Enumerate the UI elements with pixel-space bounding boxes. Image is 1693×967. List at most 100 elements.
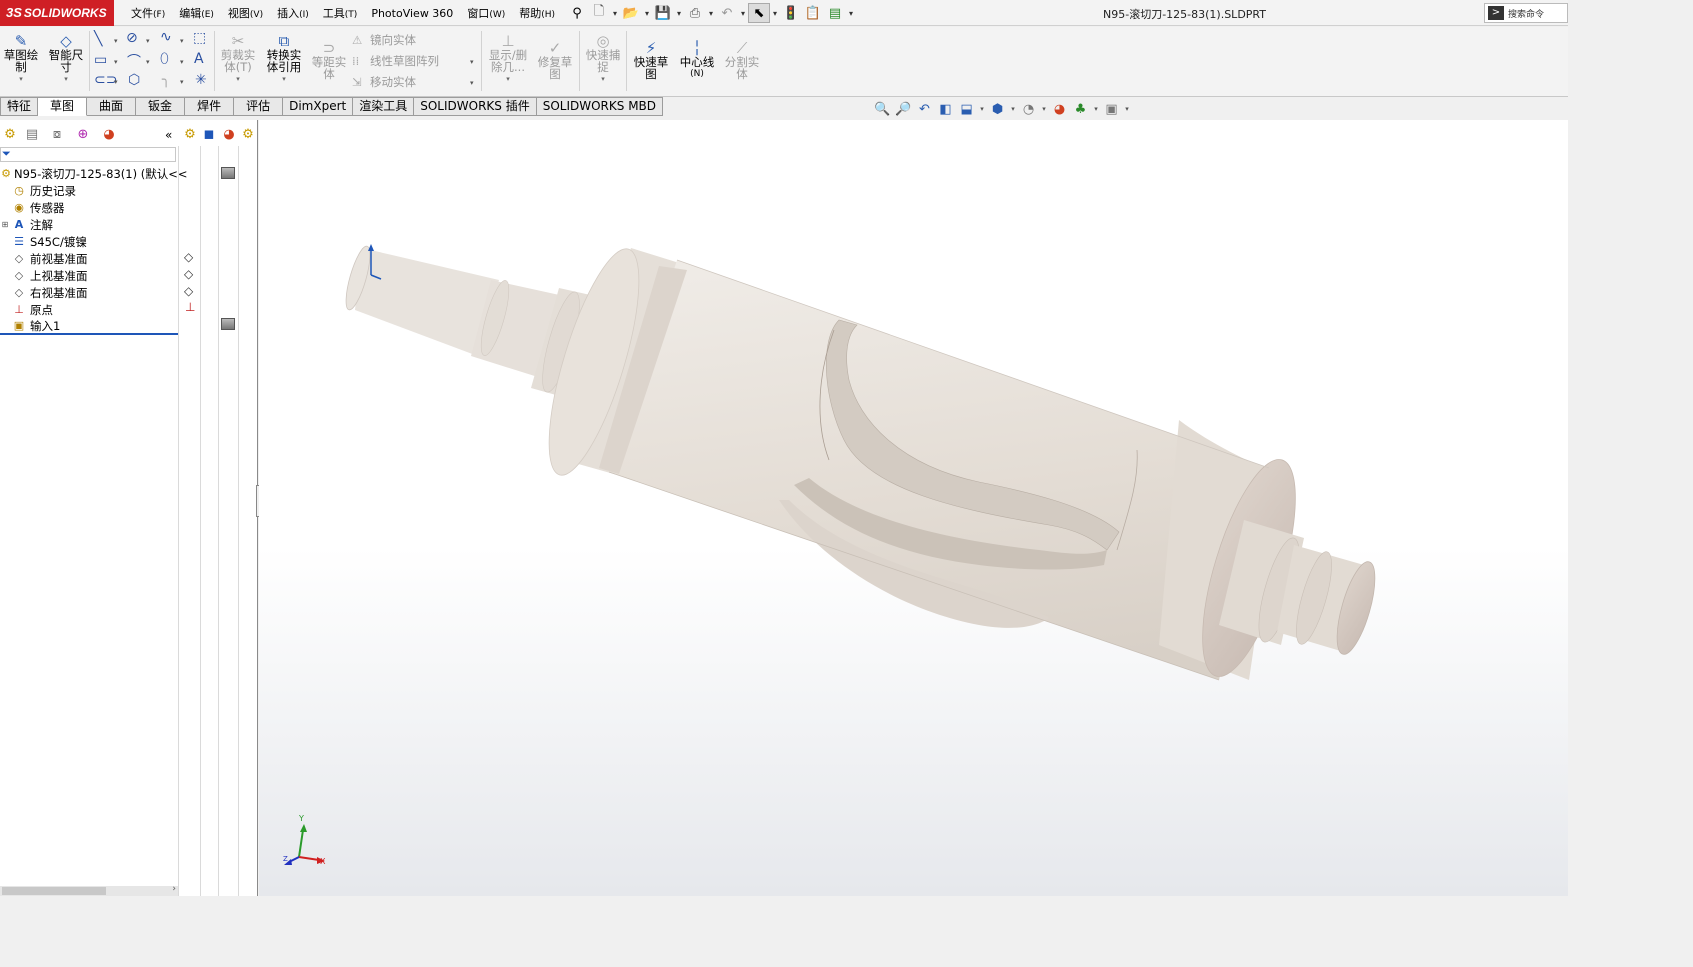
undo-icon[interactable]: ↶ <box>716 3 738 23</box>
tree-item-imported1[interactable]: ▣ 输入1 <box>0 317 61 334</box>
rebuild-traffic-light-icon[interactable]: 🚦 <box>780 3 802 23</box>
mirror-entities-button[interactable]: ⚠ 镜向实体 <box>352 32 416 48</box>
spline-tool-icon[interactable]: ∿ <box>160 29 172 45</box>
edit-appearance-icon[interactable]: ◕ <box>1049 100 1070 118</box>
relations-dropdown-icon[interactable]: ▾ <box>486 73 530 85</box>
tree-item-material[interactable]: ☰ S45C/镀镍 <box>0 233 87 250</box>
tab-sheet-metal[interactable]: 钣金 <box>136 97 186 116</box>
expand-icon[interactable]: ⊞ <box>0 220 10 229</box>
point-tool-icon[interactable]: ✳ <box>195 72 207 88</box>
scene-dropdown-icon[interactable]: ▾ <box>1091 105 1101 113</box>
display-manager-tab-icon[interactable]: ◕ <box>99 126 119 144</box>
open-dropdown-icon[interactable]: ▾ <box>642 9 652 18</box>
reference-triad[interactable]: Y X Z <box>283 814 326 866</box>
tab-dimxpert[interactable]: DimXpert <box>283 97 354 116</box>
new-document-icon[interactable]: 🗋 <box>588 3 610 23</box>
zoom-to-area-icon[interactable]: 🔎 <box>893 100 914 118</box>
display-pane-parts-icon[interactable]: ⚙ <box>180 126 200 144</box>
tab-weldments[interactable]: 焊件 <box>185 97 235 116</box>
tree-item-sensors[interactable]: ◉ 传感器 <box>0 199 64 216</box>
orientation-dropdown-icon[interactable]: ▾ <box>1008 105 1018 113</box>
fillet-tool-icon[interactable]: ╮ <box>162 72 170 88</box>
display-pane-cube-icon[interactable]: ◼ <box>199 126 219 144</box>
feature-manager-tab-icon[interactable]: ⚙ <box>0 126 20 144</box>
collapse-panel-icon[interactable]: « <box>165 128 172 142</box>
display-pane-settings-icon[interactable]: ⚙ <box>238 126 258 144</box>
print-icon[interactable]: ⎙ <box>684 3 706 23</box>
tree-root-part[interactable]: ⚙ N95-滚切刀-125-83(1) (默认<< <box>0 165 187 182</box>
repair-sketch-button[interactable]: ✓ 修复草 图 <box>534 40 576 80</box>
menu-photoview[interactable]: PhotoView 360 <box>371 7 453 20</box>
menu-help[interactable]: 帮助(H) <box>519 5 555 21</box>
tree-item-history[interactable]: ◷ 历史记录 <box>0 182 76 199</box>
menu-edit[interactable]: 编辑(E) <box>179 5 214 21</box>
options-icon[interactable]: ▤ <box>824 3 846 23</box>
split-entities-button[interactable]: ⟋ 分割实 体 <box>721 40 763 80</box>
display-pane-appearance-icon[interactable]: ◕ <box>219 126 239 144</box>
annotation-dropdown-icon[interactable]: ▾ <box>977 105 987 113</box>
display-style-icon[interactable]: ◔ <box>1018 100 1039 118</box>
dimxpert-manager-tab-icon[interactable]: ⊕ <box>73 126 93 144</box>
sketch-dropdown-icon[interactable]: ▾ <box>2 73 40 85</box>
tree-item-top-plane[interactable]: ◇ 上视基准面 <box>0 267 88 284</box>
rectangle-tool-icon[interactable]: ▭ <box>94 52 107 68</box>
menu-insert[interactable]: 插入(I) <box>277 5 309 21</box>
tab-evaluate[interactable]: 评估 <box>234 97 284 116</box>
slot-dropdown-icon[interactable]: ▾ <box>114 78 118 86</box>
tab-sketch[interactable]: 草图 <box>38 97 88 116</box>
plane-visibility-icon[interactable]: ◇ <box>184 284 193 298</box>
property-manager-tab-icon[interactable]: ▤ <box>22 126 42 144</box>
rapid-sketch-button[interactable]: ⚡ 快速草 图 <box>630 40 672 80</box>
ellipse-dropdown-icon[interactable]: ▾ <box>180 58 184 66</box>
tab-solidworks-addins[interactable]: SOLIDWORKS 插件 <box>414 97 537 116</box>
display-state-icon[interactable] <box>221 167 235 179</box>
line-dropdown-icon[interactable]: ▾ <box>114 37 118 45</box>
zoom-to-fit-icon[interactable]: 🔍 <box>872 100 893 118</box>
smart-dimension-button[interactable]: ◇ 智能尺 寸 ▾ <box>46 33 86 85</box>
save-icon[interactable]: 💾 <box>652 3 674 23</box>
solidworks-logo[interactable]: 3S SOLIDWORKS <box>0 0 114 26</box>
tree-item-right-plane[interactable]: ◇ 右视基准面 <box>0 284 88 301</box>
menu-tools[interactable]: 工具(T) <box>323 5 358 21</box>
graphics-area[interactable]: Y X Z <box>259 120 1568 896</box>
tree-horizontal-scrollbar[interactable]: › <box>0 884 178 896</box>
view-orientation-icon[interactable]: ⬢ <box>987 100 1008 118</box>
centerline-button[interactable]: ╎ 中心线 (N) <box>676 40 718 80</box>
arc-tool-icon[interactable]: ⌒ <box>127 51 141 71</box>
menu-file[interactable]: 文件(F) <box>131 5 165 21</box>
display-delete-relations-button[interactable]: ⊥ 显示/删 除几... ▾ <box>486 33 530 85</box>
construction-geometry-icon[interactable]: ⬚ <box>193 30 206 46</box>
arc-dropdown-icon[interactable]: ▾ <box>146 58 150 66</box>
apply-scene-icon[interactable]: ♣ <box>1070 100 1091 118</box>
move-dropdown-icon[interactable]: ▾ <box>470 79 474 87</box>
save-dropdown-icon[interactable]: ▾ <box>674 9 684 18</box>
dynamic-annotation-icon[interactable]: ⬓ <box>956 100 977 118</box>
trim-entities-button[interactable]: ✂ 剪裁实 体(T) ▾ <box>218 33 258 85</box>
circle-tool-icon[interactable]: ⊘ <box>126 30 138 46</box>
configuration-manager-tab-icon[interactable]: ⧇ <box>47 126 67 144</box>
tab-features[interactable]: 特征 <box>0 97 39 116</box>
smart-dimension-dropdown-icon[interactable]: ▾ <box>46 73 86 85</box>
menu-window[interactable]: 窗口(W) <box>467 5 505 21</box>
move-entities-button[interactable]: ⇲ 移动实体 <box>352 74 416 90</box>
quick-snaps-dropdown-icon[interactable]: ▾ <box>583 73 623 85</box>
tab-solidworks-mbd[interactable]: SOLIDWORKS MBD <box>536 97 664 116</box>
select-arrow-icon[interactable]: ⬉ <box>748 3 770 23</box>
origin-visibility-icon[interactable]: ⊥ <box>185 300 195 314</box>
new-dropdown-icon[interactable]: ▾ <box>610 9 620 18</box>
rectangle-dropdown-icon[interactable]: ▾ <box>114 58 118 66</box>
line-tool-icon[interactable]: ╲ <box>94 31 102 47</box>
options-dropdown-icon[interactable]: ▾ <box>846 9 856 18</box>
sketch-button[interactable]: ✎ 草图绘 制 ▾ <box>2 33 40 85</box>
menu-view[interactable]: 视图(V) <box>228 5 263 21</box>
plane-visibility-icon[interactable]: ◇ <box>184 267 193 281</box>
ellipse-tool-icon[interactable]: ⬯ <box>160 51 169 67</box>
offset-entities-button[interactable]: ⊃ 等距实 体 <box>309 40 349 80</box>
tree-filter-input[interactable]: ⏷ <box>0 147 176 162</box>
open-folder-icon[interactable]: 📂 <box>620 3 642 23</box>
convert-entities-button[interactable]: ⧉ 转换实 体引用 ▾ <box>262 33 306 85</box>
plane-visibility-icon[interactable]: ◇ <box>184 250 193 264</box>
file-properties-icon[interactable]: 📋 <box>802 3 824 23</box>
tree-item-origin[interactable]: ⊥ 原点 <box>0 301 53 318</box>
tab-surfaces[interactable]: 曲面 <box>87 97 137 116</box>
